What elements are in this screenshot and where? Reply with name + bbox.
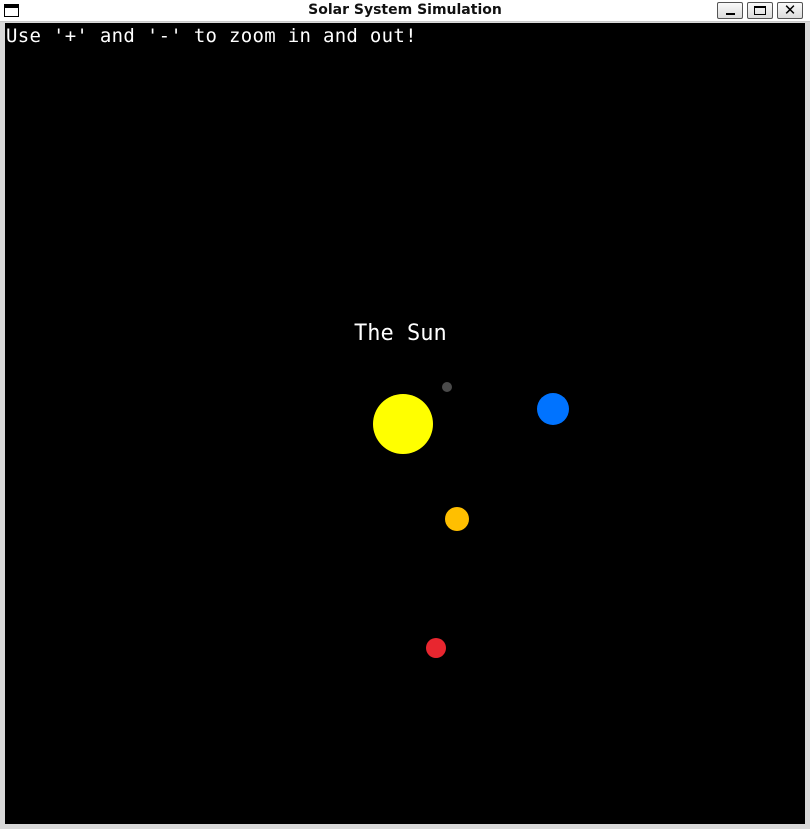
title-bar[interactable]: Solar System Simulation ✕ (0, 0, 810, 22)
close-button[interactable]: ✕ (777, 1, 803, 19)
minimize-button[interactable] (717, 2, 743, 19)
window-title: Solar System Simulation (308, 2, 502, 18)
orange-planet (445, 507, 469, 531)
close-icon: ✕ (783, 1, 797, 19)
blue-planet (537, 393, 569, 425)
zoom-hint-text: Use '+' and '-' to zoom in and out! (6, 25, 417, 47)
maximize-button[interactable] (747, 2, 773, 19)
red-planet (426, 638, 446, 658)
app-window: Solar System Simulation ✕ Use '+' and '-… (0, 0, 810, 829)
sun-label: The Sun (354, 321, 447, 346)
simulation-canvas[interactable]: Use '+' and '-' to zoom in and out! The … (5, 23, 805, 824)
sun (373, 394, 433, 454)
grey-planet (442, 382, 452, 392)
